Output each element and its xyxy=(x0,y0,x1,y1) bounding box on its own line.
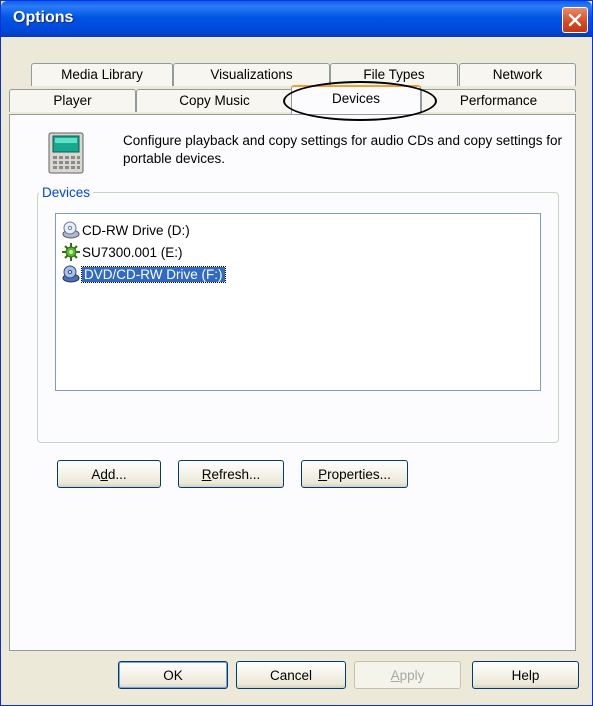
tab-copy-music[interactable]: Copy Music xyxy=(136,89,293,112)
apply-button[interactable]: Apply xyxy=(354,661,461,689)
help-button[interactable]: Help xyxy=(472,661,579,689)
list-item-dvd-cd-rw-drive[interactable]: DVD/CD-RW Drive (F:) xyxy=(62,264,226,284)
list-item-su7300[interactable]: SU7300.001 (E:) xyxy=(62,242,183,262)
dialog-title: Options xyxy=(13,9,74,26)
close-button[interactable] xyxy=(562,7,588,33)
devices-description: Configure playback and copy settings for… xyxy=(123,133,562,166)
close-icon xyxy=(568,13,582,27)
portable-device-icon xyxy=(62,243,80,261)
list-item-cd-rw-drive[interactable]: CD-RW Drive (D:) xyxy=(62,220,190,240)
ok-button[interactable]: OK xyxy=(118,661,228,689)
options-dialog: Options Media Library Visualizations Fil… xyxy=(0,0,593,706)
refresh-button[interactable]: Refresh... xyxy=(178,460,284,488)
tab-performance[interactable]: Performance xyxy=(421,89,576,112)
tab-devices[interactable]: Devices xyxy=(291,85,421,114)
cd-drive-icon xyxy=(62,221,80,239)
title-bar[interactable]: Options xyxy=(1,1,592,37)
cancel-button[interactable]: Cancel xyxy=(236,661,346,689)
tab-player[interactable]: Player xyxy=(9,89,136,112)
tab-file-types[interactable]: File Types xyxy=(330,63,458,86)
add-button[interactable]: Ad d... xyxy=(57,460,161,488)
portable-device-large-icon xyxy=(48,132,84,174)
tab-network[interactable]: Network xyxy=(459,63,576,86)
dvd-drive-icon xyxy=(62,265,80,283)
tab-visualizations[interactable]: Visualizations xyxy=(173,63,330,86)
properties-button[interactable]: Properties... xyxy=(301,460,408,488)
devices-group-label: Devices xyxy=(39,185,94,200)
tab-media-library[interactable]: Media Library xyxy=(31,63,173,86)
devices-list[interactable]: CD-RW Drive (D:) SU7300.001 (E:) DVD/CD-… xyxy=(55,213,541,391)
